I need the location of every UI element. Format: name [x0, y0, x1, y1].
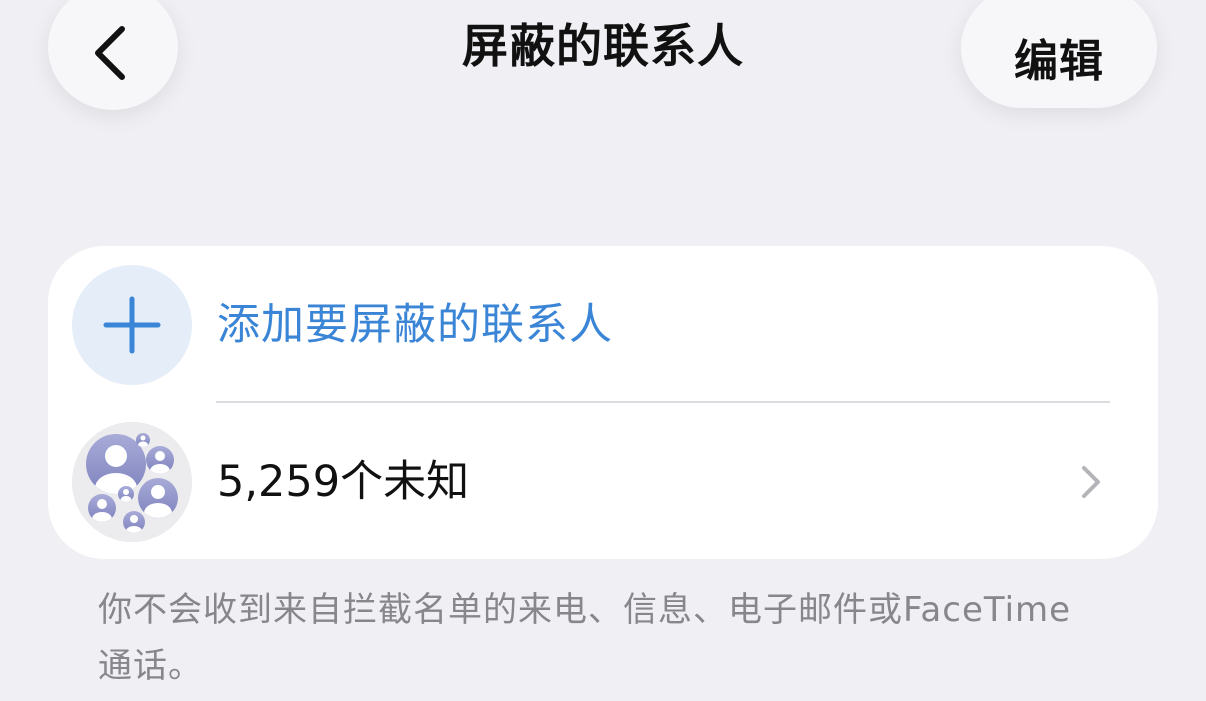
page-title: 屏蔽的联系人 [462, 19, 744, 73]
edit-button[interactable]: 编辑 [961, 0, 1157, 108]
unknown-callers-label: 5,259个未知 [217, 457, 470, 507]
add-circle [72, 265, 192, 385]
blocked-contacts-card: 添加要屏蔽的联系人 5,259个未知 [48, 246, 1158, 559]
blocked-contacts-footnote: 你不会收到来自拦截名单的来电、信息、电子邮件或FaceTime通话。 [98, 590, 1072, 686]
edit-button-label: 编辑 [1014, 36, 1104, 87]
add-blocked-contact-label: 添加要屏蔽的联系人 [217, 300, 613, 350]
contacts-group-avatar [72, 422, 192, 542]
add-blocked-contact-row[interactable]: 添加要屏蔽的联系人 [48, 265, 1158, 385]
chevron-left-icon [95, 26, 125, 80]
contacts-group-avatar-icon [72, 422, 192, 542]
row-separator [216, 401, 1110, 403]
navigation-bar: 屏蔽的联系人 编辑 [0, 0, 1206, 130]
back-button[interactable] [48, 0, 178, 110]
plus-icon [103, 296, 161, 354]
unknown-callers-row[interactable]: 5,259个未知 [48, 422, 1158, 542]
chevron-right-icon [1082, 466, 1100, 498]
